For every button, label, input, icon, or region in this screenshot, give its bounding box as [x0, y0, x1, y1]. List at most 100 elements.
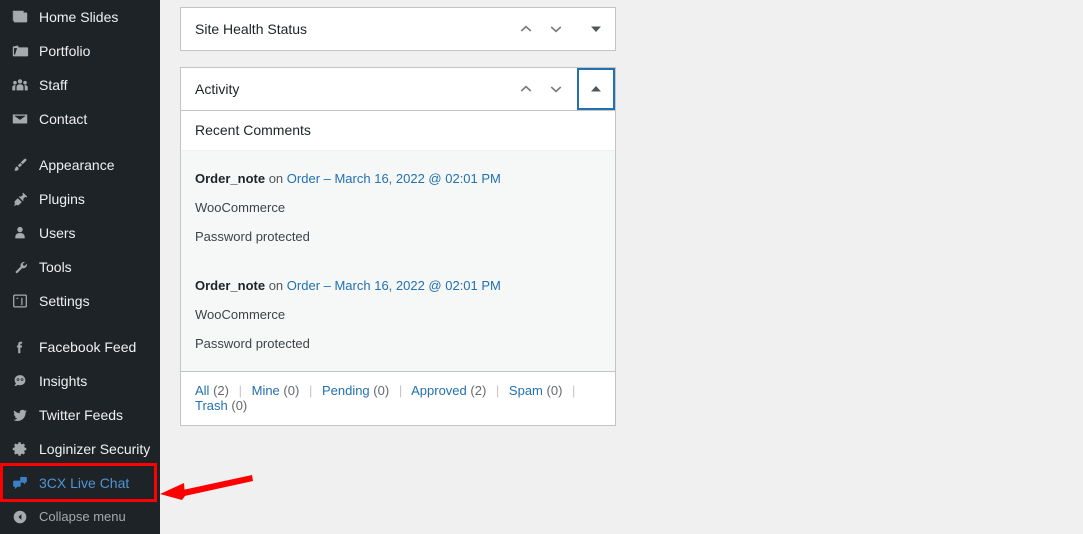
- comment-spacer: [181, 250, 615, 266]
- filter-count-all: (2): [213, 383, 229, 398]
- panel-actions: [511, 68, 615, 110]
- sidebar-item-home-slides[interactable]: Home Slides: [0, 0, 160, 34]
- comment-meta: Order_note on Order – March 16, 2022 @ 0…: [195, 278, 601, 293]
- sidebar-item-label: Staff: [39, 77, 68, 93]
- user-icon: [10, 223, 30, 243]
- collapse-arrow-icon: [10, 507, 30, 527]
- toggle-panel-button[interactable]: [577, 8, 615, 50]
- sidebar-item-staff[interactable]: Staff: [0, 68, 160, 102]
- filter-count-pending: (0): [373, 383, 390, 398]
- filter-link-spam[interactable]: Spam: [509, 383, 543, 398]
- admin-sidebar-menu: Home Slides Portfolio Staff Contact Appe…: [0, 0, 160, 534]
- comment-excerpt: WooCommerce: [195, 307, 286, 322]
- group-icon: [10, 75, 30, 95]
- sliders-icon: [10, 291, 30, 311]
- sidebar-item-label: Loginizer Security: [39, 441, 151, 457]
- envelope-icon: [10, 109, 30, 129]
- move-down-button[interactable]: [541, 8, 571, 50]
- sidebar-item-tools[interactable]: Tools: [0, 250, 160, 284]
- gear-icon: [10, 439, 30, 459]
- panel-header: Site Health Status: [181, 8, 615, 50]
- sidebar-item-label: Appearance: [39, 157, 115, 173]
- sidebar-item-appearance[interactable]: Appearance: [0, 148, 160, 182]
- wordpress-admin-screen: Home Slides Portfolio Staff Contact Appe…: [0, 0, 1083, 534]
- facebook-icon: [10, 337, 30, 357]
- sidebar-item-plugins[interactable]: Plugins: [0, 182, 160, 216]
- sidebar-separator: [0, 318, 160, 330]
- recent-comments-list: Order_note on Order – March 16, 2022 @ 0…: [181, 150, 615, 371]
- filter-separator: |: [308, 383, 313, 398]
- sidebar-item-label: Twitter Feeds: [39, 407, 124, 423]
- sidebar-item-twitter-feeds[interactable]: Twitter Feeds: [0, 398, 160, 432]
- filter-link-approved[interactable]: Approved: [411, 383, 467, 398]
- filter-separator: |: [238, 383, 242, 398]
- comment-status: Password protected: [195, 229, 310, 244]
- move-up-button[interactable]: [511, 8, 541, 50]
- chat-bubbles-icon: [10, 473, 30, 493]
- sidebar-item-loginizer-security[interactable]: Loginizer Security: [0, 432, 160, 466]
- comment-author: Order_note: [195, 171, 266, 186]
- comment-post-link[interactable]: Order – March 16, 2022 @ 02:01 PM: [287, 171, 501, 186]
- sidebar-item-insights[interactable]: Insights: [0, 364, 160, 398]
- sidebar-item-portfolio[interactable]: Portfolio: [0, 34, 160, 68]
- sidebar-item-label: Home Slides: [39, 9, 119, 25]
- twitter-icon: [10, 405, 30, 425]
- sidebar-item-users[interactable]: Users: [0, 216, 160, 250]
- sidebar-item-label: Settings: [39, 293, 90, 309]
- filter-separator: |: [572, 383, 576, 398]
- sidebar-item-label: Insights: [39, 373, 88, 389]
- plug-icon: [10, 189, 30, 209]
- wrench-icon: [10, 257, 30, 277]
- insights-icon: [10, 371, 30, 391]
- comment-meta: Order_note on Order – March 16, 2022 @ 0…: [195, 171, 601, 186]
- comment-filter-bar: All (2) | Mine (0) | Pending (0) | Appro…: [181, 371, 615, 425]
- comment-author: Order_note: [195, 278, 266, 293]
- sidebar-item-facebook-feed[interactable]: Facebook Feed: [0, 330, 160, 364]
- dashboard-main: Site Health Status Activity Recent Comme…: [160, 0, 1083, 534]
- sidebar-group-admin: Appearance Plugins Users Tools Settings: [0, 148, 160, 318]
- sidebar-item-3cx-live-chat[interactable]: 3CX Live Chat: [0, 466, 160, 500]
- filter-separator: |: [398, 383, 403, 398]
- filter-count-mine: (0): [283, 383, 300, 398]
- sidebar-item-contact[interactable]: Contact: [0, 102, 160, 136]
- panel-activity: Activity Recent Comments Order_note on O…: [180, 67, 616, 426]
- filter-link-mine[interactable]: Mine: [252, 383, 280, 398]
- recent-comments-title: Recent Comments: [181, 111, 615, 150]
- move-up-button[interactable]: [511, 68, 541, 110]
- panel-body: Recent Comments Order_note on Order – Ma…: [181, 110, 615, 425]
- toggle-panel-button[interactable]: [577, 68, 615, 110]
- sidebar-item-label: Portfolio: [39, 43, 91, 59]
- filter-link-trash[interactable]: Trash: [195, 398, 228, 413]
- sidebar-item-label: Contact: [39, 111, 88, 127]
- sidebar-group-plugins: Facebook Feed Insights Twitter Feeds Log…: [0, 330, 160, 500]
- collapse-menu-label: Collapse menu: [39, 509, 126, 524]
- panel-header: Activity: [181, 68, 615, 110]
- move-down-button[interactable]: [541, 68, 571, 110]
- sidebar-separator: [0, 136, 160, 148]
- filter-separator: |: [495, 383, 500, 398]
- comment-item: Order_note on Order – March 16, 2022 @ 0…: [181, 159, 615, 250]
- sidebar-item-label: Users: [39, 225, 76, 241]
- panel-title: Site Health Status: [195, 21, 308, 37]
- sidebar-item-settings[interactable]: Settings: [0, 284, 160, 318]
- sidebar-item-label: Plugins: [39, 191, 85, 207]
- sidebar-group-content: Home Slides Portfolio Staff Contact: [0, 0, 160, 136]
- comment-on-text: on: [268, 278, 284, 293]
- comment-on-text: on: [268, 171, 284, 186]
- panel-title: Activity: [195, 81, 240, 97]
- panel-actions: [511, 8, 615, 50]
- sidebar-item-label: Tools: [39, 259, 72, 275]
- comment-excerpt: WooCommerce: [195, 200, 286, 215]
- filter-count-spam: (0): [546, 383, 563, 398]
- images-stack-icon: [10, 7, 30, 27]
- filter-link-pending[interactable]: Pending: [322, 383, 370, 398]
- comment-post-link[interactable]: Order – March 16, 2022 @ 02:01 PM: [287, 278, 501, 293]
- filter-count-approved: (2): [470, 383, 487, 398]
- comment-status: Password protected: [195, 336, 310, 351]
- panel-site-health-status: Site Health Status: [180, 7, 616, 51]
- sidebar-item-label: 3CX Live Chat: [39, 475, 130, 491]
- sidebar-item-label: Facebook Feed: [39, 339, 137, 355]
- filter-link-all[interactable]: All: [195, 383, 209, 398]
- paintbrush-icon: [10, 155, 30, 175]
- collapse-menu-button[interactable]: Collapse menu: [0, 500, 160, 534]
